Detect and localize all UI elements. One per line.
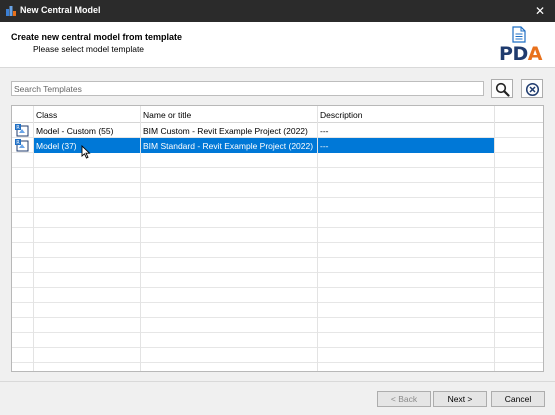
column-header-class[interactable]: Class [36, 110, 57, 120]
grid-header: Class Name or title Description [12, 106, 543, 123]
empty-row [12, 348, 543, 363]
cell-description: --- [320, 141, 329, 151]
cell-class: Model - Custom (55) [36, 126, 114, 136]
empty-row [12, 303, 543, 318]
empty-row [12, 243, 543, 258]
empty-row [12, 213, 543, 228]
header-divider [0, 67, 555, 68]
column-header-name[interactable]: Name or title [143, 110, 191, 120]
empty-row [12, 318, 543, 333]
column-divider [33, 106, 34, 371]
column-divider [140, 106, 141, 371]
wizard-title: Create new central model from template [11, 32, 183, 42]
next-button[interactable]: Next > [433, 391, 487, 407]
back-button[interactable]: < Back [377, 391, 431, 407]
search-icon [495, 82, 510, 97]
pda-logo: PDA [497, 26, 545, 68]
empty-row [12, 288, 543, 303]
wizard-header: Create new central model from template P… [0, 22, 555, 67]
cell-name: BIM Standard - Revit Example Project (20… [143, 141, 314, 151]
column-divider [494, 106, 495, 371]
svg-text:R: R [16, 140, 20, 146]
empty-row [12, 198, 543, 213]
table-row-selected[interactable]: R Model (37) BIM Standard - Revit Exampl… [12, 138, 543, 153]
mouse-cursor-icon [81, 145, 91, 159]
cancel-button[interactable]: Cancel [491, 391, 545, 407]
svg-text:R: R [16, 125, 20, 131]
empty-row [12, 273, 543, 288]
empty-row [12, 333, 543, 348]
logo-text: PDA [499, 43, 542, 65]
column-divider [317, 106, 318, 371]
cell-class: Model (37) [36, 141, 77, 151]
window-title: New Central Model [20, 5, 101, 15]
cell-description: --- [320, 126, 329, 136]
empty-row [12, 258, 543, 273]
revit-model-icon: R [15, 124, 29, 137]
close-button[interactable]: ✕ [525, 0, 555, 22]
search-button[interactable] [491, 79, 513, 98]
cell-name: BIM Custom - Revit Example Project (2022… [143, 126, 308, 136]
revit-model-icon: R [15, 139, 29, 152]
clear-search-button[interactable] [521, 79, 543, 98]
app-icon [6, 6, 16, 16]
search-input[interactable] [11, 81, 484, 96]
empty-row [12, 153, 543, 168]
empty-row [12, 168, 543, 183]
empty-row [12, 183, 543, 198]
footer-divider [0, 381, 555, 382]
clear-icon [525, 82, 540, 97]
document-icon [512, 26, 526, 43]
empty-row [12, 228, 543, 243]
column-header-description[interactable]: Description [320, 110, 363, 120]
table-row[interactable]: R Model - Custom (55) BIM Custom - Revit… [12, 123, 543, 138]
title-bar: New Central Model ✕ [0, 0, 555, 22]
wizard-subtitle: Please select model template [33, 44, 145, 54]
